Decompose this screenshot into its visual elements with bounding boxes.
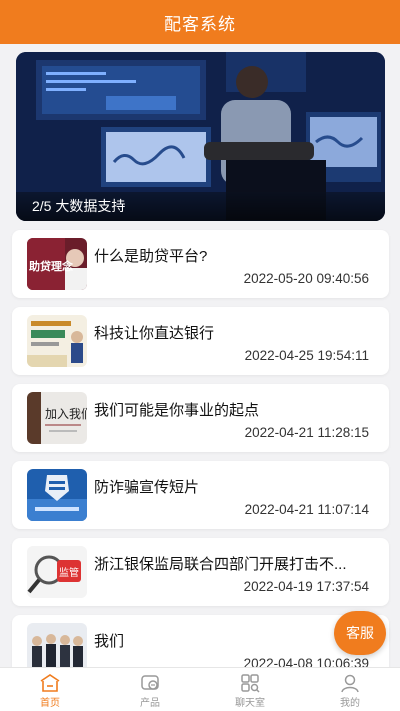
app-header: 配客系统 — [0, 0, 400, 44]
home-icon — [40, 674, 60, 692]
article-thumbnail: 加入我们 — [27, 392, 87, 444]
chatroom-icon — [241, 674, 260, 693]
article-title: 科技让你直达银行 — [94, 325, 215, 342]
article-date: 2022-04-21 11:28:15 — [244, 425, 369, 440]
article-title: 我们 — [94, 633, 125, 650]
bottom-tab-bar: 首页 产品 聊天室 我的 — [0, 667, 400, 711]
tab-chatroom[interactable]: 聊天室 — [200, 668, 300, 711]
article-title: 什么是助贷平台? — [94, 248, 208, 265]
tab-home[interactable]: 首页 — [0, 668, 100, 711]
tab-label: 聊天室 — [235, 698, 265, 709]
thumb-text: 助贷理念 — [29, 259, 74, 273]
customer-service-button[interactable]: 客服 — [334, 611, 386, 655]
article-title: 防诈骗宣传短片 — [94, 479, 200, 496]
article-card[interactable]: 助贷理念 什么是助贷平台? 2022-05-20 09:40:56 — [12, 230, 389, 298]
profile-icon — [341, 674, 359, 693]
article-thumbnail: 监管 — [27, 546, 87, 598]
banner-caption: 2/5 大数据支持 — [16, 191, 385, 221]
thumb-text: 监管 — [59, 566, 79, 579]
article-card[interactable]: 科技让你直达银行 2022-04-25 19:54:11 — [12, 307, 389, 375]
article-date: 2022-05-20 09:40:56 — [243, 271, 369, 286]
tab-product[interactable]: 产品 — [100, 668, 200, 711]
page-title: 配客系统 — [164, 14, 236, 34]
article-date: 2022-04-21 11:07:14 — [244, 502, 369, 517]
article-date: 2022-04-19 17:37:54 — [243, 579, 369, 594]
article-title: 我们可能是你事业的起点 — [94, 402, 260, 419]
thumb-text: 加入我们 — [45, 406, 87, 421]
article-thumbnail — [27, 469, 87, 521]
banner-carousel[interactable]: 2/5 大数据支持 — [16, 52, 385, 221]
article-card[interactable]: 加入我们 我们可能是你事业的起点 2022-04-21 11:28:15 — [12, 384, 389, 452]
article-card[interactable]: 监管 浙江银保监局联合四部门开展打击不... 2022-04-19 17:37:… — [12, 538, 389, 606]
tab-label: 产品 — [140, 698, 160, 709]
article-card[interactable]: 防诈骗宣传短片 2022-04-21 11:07:14 — [12, 461, 389, 529]
tab-profile[interactable]: 我的 — [300, 668, 400, 711]
article-title: 浙江银保监局联合四部门开展打击不... — [94, 556, 347, 573]
article-thumbnail: 助贷理念 — [27, 238, 87, 290]
tab-label: 我的 — [340, 698, 360, 709]
tab-label: 首页 — [40, 698, 60, 709]
article-date: 2022-04-25 19:54:11 — [244, 348, 369, 363]
product-icon — [141, 675, 159, 690]
article-thumbnail — [27, 315, 87, 367]
